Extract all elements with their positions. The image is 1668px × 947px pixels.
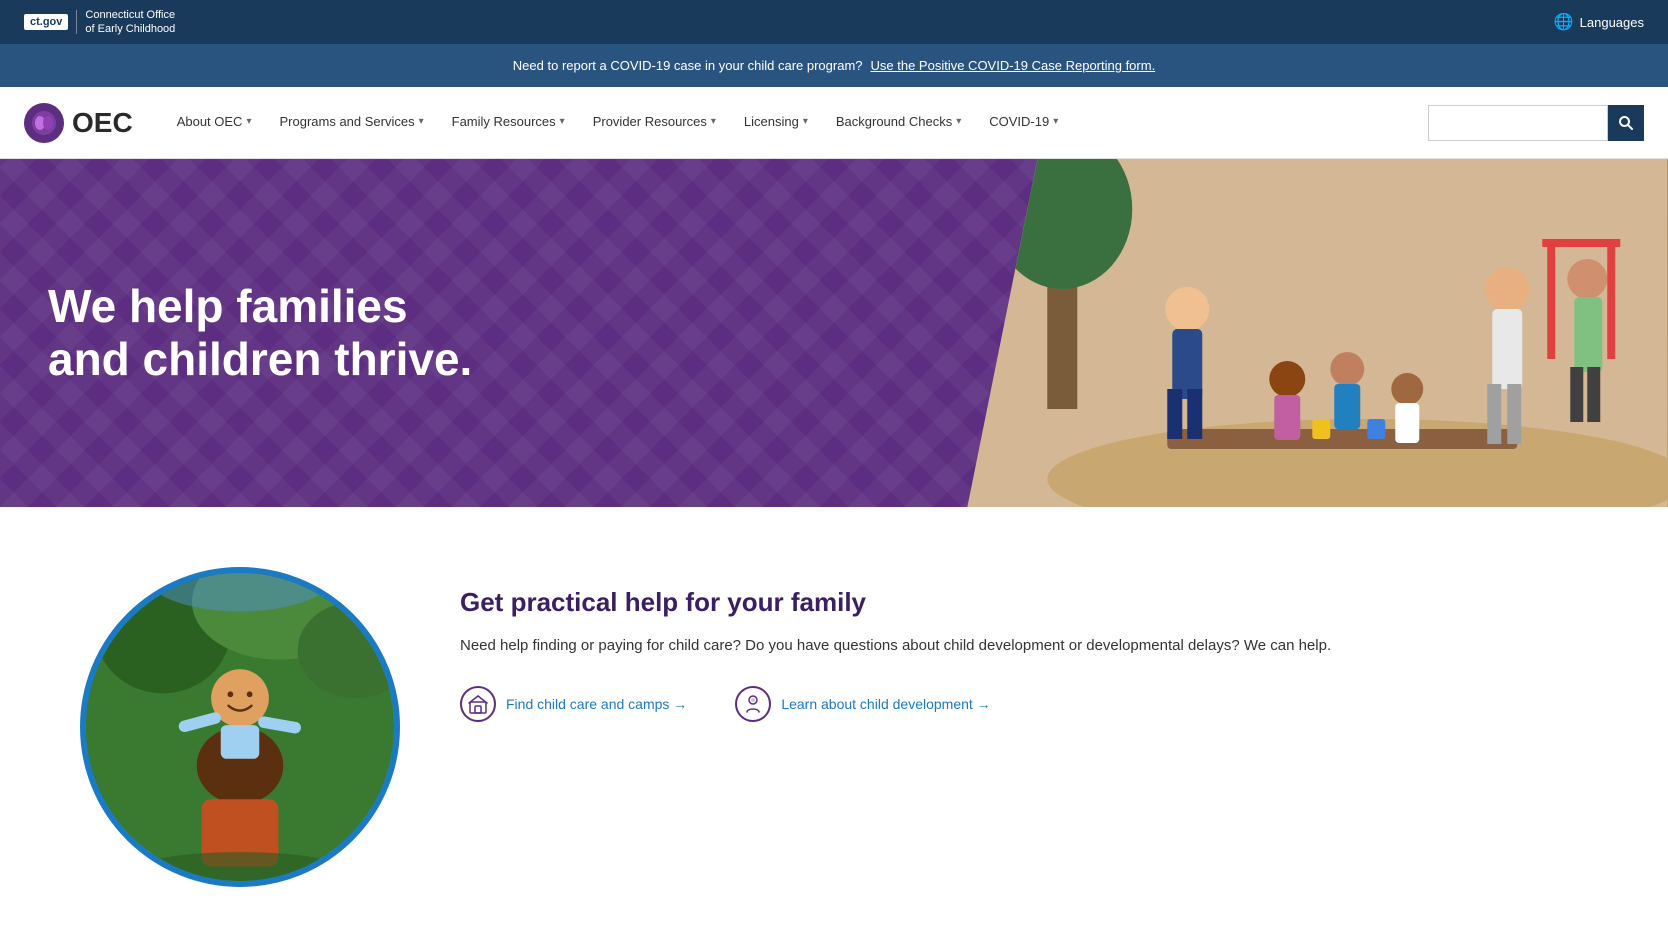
nav-item-licensing[interactable]: Licensing ▾ [732,87,820,159]
ct-gov-logo[interactable]: ct.gov Connecticut Officeof Early Childh… [24,8,175,37]
hero-photo [967,159,1668,507]
nav-licensing-chevron: ▾ [803,116,808,127]
nav-item-programs[interactable]: Programs and Services ▾ [267,87,435,159]
search-input[interactable] [1428,105,1608,141]
oec-logo-text: OEC [72,107,133,139]
content-right: Get practical help for your family Need … [460,567,1588,722]
alert-message: Need to report a COVID-19 case in your c… [513,58,863,73]
content-description: Need help finding or paying for child ca… [460,634,1588,658]
languages-label: Languages [1580,15,1644,30]
nav-covid-label: COVID-19 [989,114,1049,129]
content-section: Get practical help for your family Need … [0,507,1668,947]
nav-item-background[interactable]: Background Checks ▾ [824,87,973,159]
nav-item-covid[interactable]: COVID-19 ▾ [977,87,1070,159]
nav-search [1428,105,1644,141]
nav-about-label: About OEC [177,114,243,129]
child-development-link[interactable]: Learn about child development → [781,696,990,712]
oec-logo-icon [24,103,64,143]
gov-bar-left: ct.gov Connecticut Officeof Early Childh… [24,8,175,37]
nav-provider-label: Provider Resources [593,114,707,129]
nav-items: About OEC ▾ Programs and Services ▾ Fami… [165,87,1428,159]
gov-divider [76,10,77,34]
child-development-link-item: Learn about child development → [735,686,990,722]
nav-programs-label: Programs and Services [279,114,414,129]
alert-link[interactable]: Use the Positive COVID-19 Case Reporting… [871,58,1156,73]
search-button[interactable] [1608,105,1644,141]
nav-bar: OEC About OEC ▾ Programs and Services ▾ … [0,87,1668,159]
find-childcare-icon [460,686,496,722]
logo-area[interactable]: OEC [24,103,133,143]
nav-about-chevron: ▾ [246,116,251,127]
nav-item-about[interactable]: About OEC ▾ [165,87,264,159]
nav-family-label: Family Resources [452,114,556,129]
hero-headline-text: We help familiesand children thrive. [48,280,472,385]
nav-provider-chevron: ▾ [711,116,716,127]
child-development-icon [735,686,771,722]
nav-item-family[interactable]: Family Resources ▾ [440,87,577,159]
nav-background-chevron: ▾ [956,116,961,127]
ct-gov-badge: ct.gov [24,14,68,30]
nav-programs-chevron: ▾ [419,116,424,127]
nav-licensing-label: Licensing [744,114,799,129]
nav-covid-chevron: ▾ [1053,116,1058,127]
content-title: Get practical help for your family [460,587,1588,618]
gov-bar: ct.gov Connecticut Officeof Early Childh… [0,0,1668,44]
find-childcare-link[interactable]: Find child care and camps → [506,696,687,712]
content-links: Find child care and camps → Learn about … [460,686,1588,722]
hero-headline: We help familiesand children thrive. [48,280,472,386]
family-photo [80,567,400,887]
nav-family-chevron: ▾ [560,116,565,127]
hero-image [967,159,1668,507]
globe-icon: 🌐 [1554,12,1574,32]
nav-item-provider[interactable]: Provider Resources ▾ [581,87,728,159]
find-childcare-link-item: Find child care and camps → [460,686,687,722]
languages-button[interactable]: 🌐 Languages [1554,12,1644,32]
hero-section: We help familiesand children thrive. [0,159,1668,507]
agency-name: Connecticut Officeof Early Childhood [85,8,175,37]
alert-banner: Need to report a COVID-19 case in your c… [0,44,1668,87]
nav-background-label: Background Checks [836,114,952,129]
